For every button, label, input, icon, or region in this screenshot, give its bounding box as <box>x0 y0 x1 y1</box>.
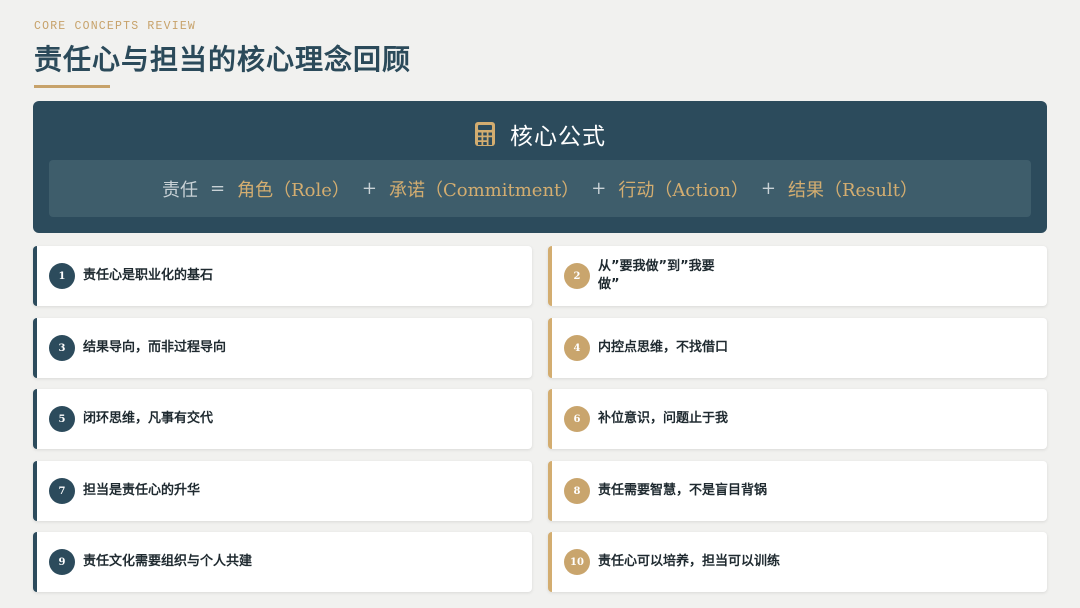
formula-plus: + <box>760 178 776 199</box>
concept-number-badge: 4 <box>564 335 590 361</box>
concept-text: 补位意识，问题止于我 <box>598 411 729 426</box>
eyebrow-label: CORE CONCEPTS REVIEW <box>34 20 197 33</box>
concept-text: 担当是责任心的升华 <box>83 483 201 498</box>
formula-plus: + <box>361 178 377 199</box>
concept-text: 责任心可以培养，担当可以训练 <box>598 554 781 569</box>
concept-card-3: 3 结果导向，而非过程导向 <box>33 318 532 378</box>
concept-card-6: 6 补位意识，问题止于我 <box>548 389 1047 449</box>
concept-number-badge: 7 <box>49 478 75 504</box>
concept-card-5: 5 闭环思维，凡事有交代 <box>33 389 532 449</box>
concept-number-badge: 1 <box>49 263 75 289</box>
slide: CORE CONCEPTS REVIEW 责任心与担当的核心理念回顾 核心公式 … <box>0 0 1080 608</box>
concept-text: 结果导向，而非过程导向 <box>83 340 227 355</box>
concept-number-badge: 3 <box>49 335 75 361</box>
formula-term-action: 行动（Action） <box>618 179 749 201</box>
concept-card-2: 2 从”要我做”到”我要做” <box>548 246 1047 306</box>
calculator-icon <box>474 121 496 147</box>
concept-number-badge: 9 <box>49 549 75 575</box>
concept-text: 责任文化需要组织与个人共建 <box>83 554 253 569</box>
formula-term-result: 结果（Result） <box>787 179 918 201</box>
formula-header: 核心公式 <box>33 117 1047 151</box>
formula-plus: + <box>591 178 607 199</box>
concept-text: 从”要我做”到”我要做” <box>598 259 715 292</box>
concept-number-badge: 2 <box>564 263 590 289</box>
concept-card-8: 8 责任需要智慧，不是盲目背锅 <box>548 461 1047 521</box>
concept-number-badge: 10 <box>564 549 590 575</box>
formula-title: 核心公式 <box>510 124 606 150</box>
concept-card-7: 7 担当是责任心的升华 <box>33 461 532 521</box>
formula-equals: = <box>209 178 226 199</box>
formula-term-role: 角色（Role） <box>237 179 350 201</box>
concept-number-badge: 6 <box>564 406 590 432</box>
formula-term-commitment: 承诺（Commitment） <box>388 179 580 201</box>
concept-text: 责任心是职业化的基石 <box>83 268 214 283</box>
concept-card-9: 9 责任文化需要组织与个人共建 <box>33 532 532 592</box>
concept-text: 内控点思维，不找借口 <box>598 340 729 355</box>
concept-text: 责任需要智慧，不是盲目背锅 <box>598 483 768 498</box>
concept-card-1: 1 责任心是职业化的基石 <box>33 246 532 306</box>
concept-number-badge: 8 <box>564 478 590 504</box>
page-title: 责任心与担当的核心理念回顾 <box>34 43 412 76</box>
formula-panel: 核心公式 责任 = 角色（Role） + 承诺（Commitment） + 行动… <box>33 101 1047 233</box>
concept-card-10: 10 责任心可以培养，担当可以训练 <box>548 532 1047 592</box>
formula-base: 责任 <box>161 179 198 201</box>
concept-number-badge: 5 <box>49 406 75 432</box>
concept-card-4: 4 内控点思维，不找借口 <box>548 318 1047 378</box>
formula-expression: 责任 = 角色（Role） + 承诺（Commitment） + 行动（Acti… <box>49 160 1031 217</box>
concept-text: 闭环思维，凡事有交代 <box>83 411 214 426</box>
title-underline <box>34 85 110 88</box>
